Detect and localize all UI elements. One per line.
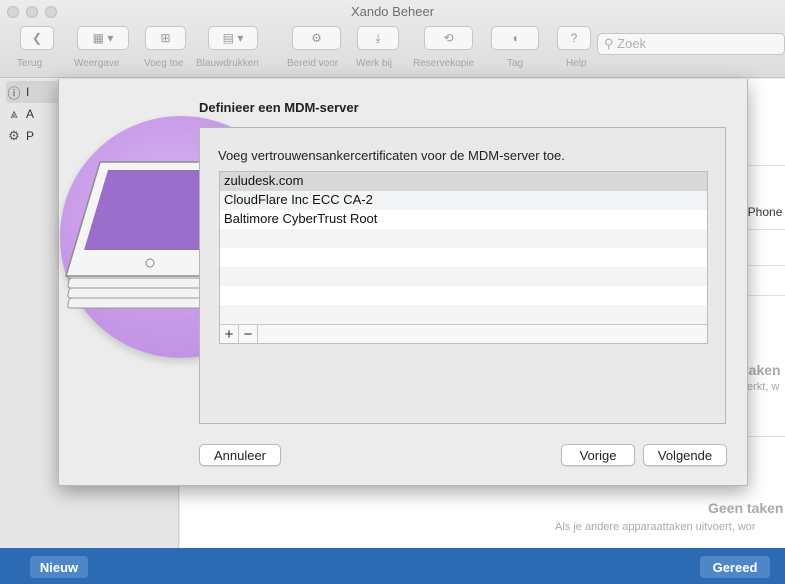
search-placeholder: Zoek bbox=[617, 36, 647, 51]
add-button[interactable]: ⊞ bbox=[145, 26, 186, 50]
update-label: Werk bij bbox=[356, 58, 392, 69]
list-item[interactable]: CloudFlare Inc ECC CA-2 bbox=[220, 191, 707, 210]
cancel-button[interactable]: Annuleer bbox=[199, 444, 281, 466]
remove-certificate-button[interactable]: − bbox=[239, 325, 258, 343]
tag-button[interactable]: ◖ bbox=[491, 26, 539, 50]
gear-icon: ⚙ bbox=[8, 128, 20, 143]
search-field[interactable]: ⚲ Zoek bbox=[597, 33, 785, 55]
view-grid-icon: ▦ ▾ bbox=[92, 31, 114, 45]
back-label: Terug bbox=[17, 58, 43, 69]
device-name-text: iPhone bbox=[745, 205, 783, 219]
next-button[interactable]: Volgende bbox=[643, 444, 727, 466]
app-window: Xando Beheer ❮ ▦ ▾ ⊞ ▤ ▾ ⚙ ⤓ ⟲ ◖ ? Terug… bbox=[0, 0, 785, 584]
certificates-heading: Voeg vertrouwensankercertificaten voor d… bbox=[218, 148, 565, 163]
question-icon: ? bbox=[570, 31, 578, 45]
toolbar: Xando Beheer ❮ ▦ ▾ ⊞ ▤ ▾ ⚙ ⤓ ⟲ ◖ ? Terug… bbox=[0, 0, 785, 78]
mdm-server-sheet: Definieer een MDM-server Voeg vertrouwen… bbox=[58, 79, 748, 486]
sidebar-item-label: I bbox=[26, 85, 30, 99]
bottom-bar: Nieuw Gereed bbox=[0, 548, 785, 584]
certificates-list[interactable]: zuludesk.com CloudFlare Inc ECC CA-2 Bal… bbox=[219, 171, 708, 344]
blueprint-grid-icon: ▤ ▾ bbox=[222, 31, 244, 45]
blueprints-label: Blauwdrukken bbox=[196, 58, 259, 69]
backup-icon: ⟲ bbox=[443, 31, 454, 45]
prepare-gear-icon: ⚙ bbox=[311, 31, 322, 45]
backup-button[interactable]: ⟲ bbox=[424, 26, 473, 50]
help-label: Help bbox=[566, 58, 587, 69]
sidebar-item-profiles[interactable]: ⚙ P bbox=[6, 125, 66, 147]
tag-label: Tag bbox=[507, 58, 524, 69]
sheet-title: Definieer een MDM-server bbox=[199, 100, 359, 115]
list-controls: + − bbox=[220, 324, 707, 343]
empty-row bbox=[220, 267, 707, 286]
window-title: Xando Beheer bbox=[350, 4, 435, 19]
no-tasks-subtitle: Als je andere apparaattaken uitvoert, wo… bbox=[555, 521, 756, 533]
prepare-button[interactable]: ⚙ bbox=[292, 26, 341, 50]
tag-icon: ◖ bbox=[511, 31, 519, 45]
add-certificate-button[interactable]: + bbox=[220, 325, 239, 343]
backup-label: Reservekopie bbox=[413, 58, 475, 69]
prepare-label: Bereid voor bbox=[287, 58, 339, 69]
previous-button[interactable]: Vorige bbox=[561, 444, 635, 466]
view-label: Weergave bbox=[74, 58, 120, 69]
search-icon: ⚲ bbox=[604, 36, 614, 51]
download-icon: ⤓ bbox=[375, 30, 381, 45]
empty-row bbox=[220, 248, 707, 267]
help-button[interactable]: ? bbox=[557, 26, 591, 50]
update-button[interactable]: ⤓ bbox=[357, 26, 399, 50]
empty-row bbox=[220, 286, 707, 305]
apps-icon: ⩓ bbox=[10, 106, 18, 121]
plus-square-icon: ⊞ bbox=[160, 31, 171, 45]
new-button[interactable]: Nieuw bbox=[30, 556, 88, 578]
chevron-left-icon: ❮ bbox=[31, 31, 43, 45]
tasks-subtitle: erkt, w bbox=[747, 381, 780, 393]
empty-row bbox=[220, 305, 707, 324]
list-item[interactable]: zuludesk.com bbox=[220, 172, 707, 191]
add-label: Voeg toe bbox=[144, 58, 184, 69]
certificates-group: Voeg vertrouwensankercertificaten voor d… bbox=[199, 127, 726, 424]
no-tasks-title: Geen taken bbox=[708, 500, 784, 516]
info-icon: ⓘ bbox=[7, 85, 21, 101]
empty-row bbox=[220, 229, 707, 248]
view-button[interactable]: ▦ ▾ bbox=[77, 26, 129, 50]
list-item[interactable]: Baltimore CyberTrust Root bbox=[220, 210, 707, 229]
done-button[interactable]: Gereed bbox=[700, 556, 770, 578]
tasks-title: taken bbox=[744, 362, 781, 378]
sidebar-item-label: A bbox=[26, 107, 35, 121]
sidebar-item-apps[interactable]: ⩓ A bbox=[6, 103, 66, 125]
sidebar-item-label: P bbox=[26, 129, 35, 143]
back-button[interactable]: ❮ bbox=[20, 26, 54, 50]
blueprints-button[interactable]: ▤ ▾ bbox=[208, 26, 258, 50]
